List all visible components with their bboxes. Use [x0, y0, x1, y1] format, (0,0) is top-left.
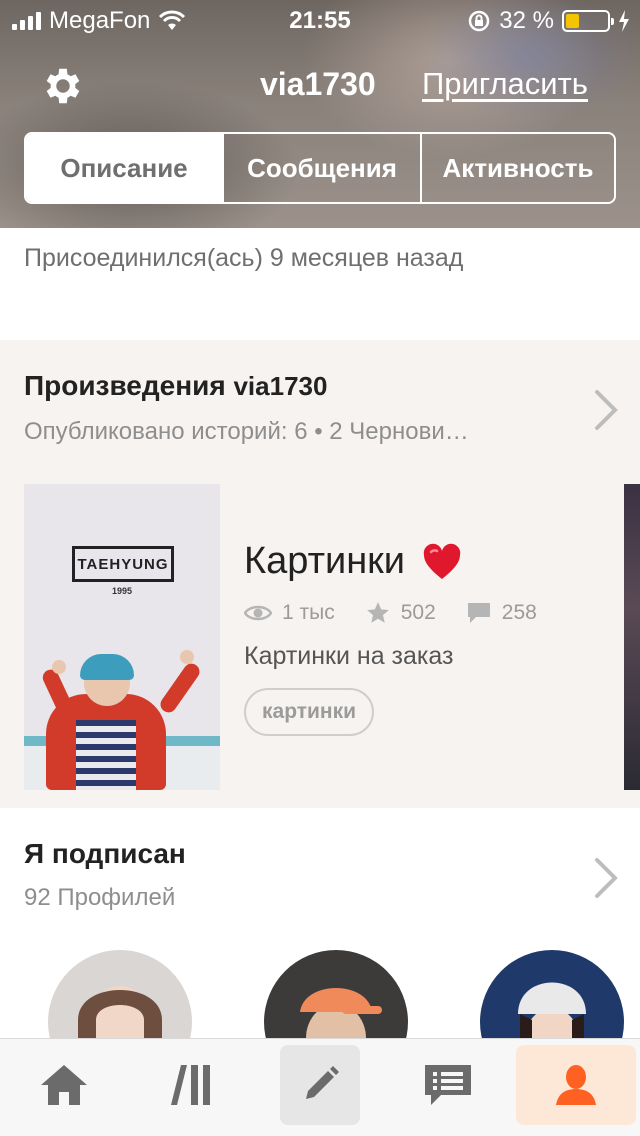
settings-gear-icon[interactable] [40, 63, 86, 109]
battery-percent: 32 % [499, 7, 554, 34]
invite-link[interactable]: Пригласить [422, 66, 588, 102]
bottom-tab-bar [0, 1038, 640, 1136]
works-chevron-icon[interactable] [592, 388, 620, 432]
battery-icon [562, 10, 614, 32]
tab-profile[interactable] [516, 1045, 636, 1125]
tab-activity[interactable]: Активность [420, 134, 614, 202]
cover-hand-right [180, 650, 194, 664]
home-icon [41, 1065, 87, 1105]
tab-home[interactable] [24, 1045, 104, 1125]
story-cover[interactable]: TAEHYUNG 1995 [24, 484, 220, 790]
votes-count: 502 [400, 601, 436, 624]
story-stats: 1 тыс 502 258 [244, 600, 567, 626]
status-bar: MegaFon 21:55 32 % [0, 0, 640, 40]
star-icon [366, 602, 389, 623]
works-subtitle: Опубликовано историй: 6 • 2 Чернови… [24, 418, 469, 445]
cover-arm-right [157, 660, 203, 716]
cover-hand-left [52, 660, 66, 674]
library-icon [171, 1065, 210, 1105]
tab-messages[interactable] [408, 1045, 488, 1125]
messages-icon [425, 1065, 471, 1105]
profile-tabs: Описание Сообщения Активность [24, 132, 616, 204]
heart-emoji-icon [423, 543, 460, 579]
cover-hair [80, 654, 134, 680]
header-username: via1730 [260, 66, 376, 102]
reads-count: 1 тыс [282, 601, 335, 624]
tab-messages[interactable]: Сообщения [222, 134, 420, 202]
cover-year: 1995 [111, 586, 133, 596]
votes-stat: 502 [365, 600, 436, 626]
following-chevron-icon[interactable] [592, 856, 620, 900]
comment-icon [467, 603, 490, 623]
story-title-text: Картинки [244, 540, 406, 582]
tab-library[interactable] [152, 1045, 232, 1125]
profile-icon [556, 1065, 596, 1105]
story-title[interactable]: Картинки [244, 540, 462, 583]
following-title[interactable]: Я подписан [24, 838, 186, 870]
works-title-label: Произведения [24, 370, 226, 401]
story-description: Картинки на заказ [244, 642, 454, 670]
reads-stat: 1 тыс [244, 601, 335, 625]
cover-shirt [76, 720, 136, 790]
write-icon [306, 1066, 339, 1099]
eye-icon [244, 605, 272, 621]
joined-date: Присоединился(ась) 9 месяцев назад [24, 244, 464, 272]
story-tag[interactable]: картинки [244, 688, 375, 736]
following-count: 92 Профилей [24, 884, 176, 911]
profile-header: MegaFon 21:55 32 % via1730 Пригласить Оп… [0, 0, 640, 228]
comments-count: 258 [501, 601, 537, 624]
cover-stamp: TAEHYUNG [72, 546, 174, 582]
works-username: via1730 [233, 371, 328, 401]
tab-description[interactable]: Описание [26, 134, 222, 202]
charging-icon [619, 10, 629, 32]
tab-write[interactable] [280, 1045, 360, 1125]
comments-stat: 258 [466, 601, 537, 625]
works-section: Произведения via1730 Опубликовано истори… [0, 340, 640, 808]
following-section: Я подписан 92 Профилей [0, 808, 640, 1094]
rotation-lock-icon [469, 10, 490, 32]
works-title[interactable]: Произведения via1730 [24, 370, 327, 402]
next-story-cover-peek[interactable] [624, 484, 640, 790]
